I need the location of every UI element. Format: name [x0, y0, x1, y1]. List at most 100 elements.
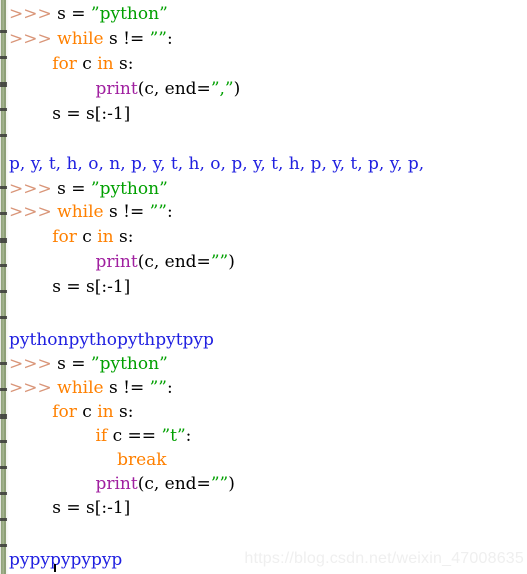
console-input-line[interactable]: >>> s = ”python” — [9, 2, 168, 27]
code-token-plain: c — [76, 227, 98, 247]
console-code-area[interactable]: >>> s = ”python” >>> while s != ””: for c… — [9, 0, 527, 574]
code-token-plain: s = s[:-1] — [9, 104, 131, 124]
code-token-plain: ) — [228, 252, 235, 272]
gutter-tick — [0, 290, 7, 293]
console-output-line: pythonpythopythpytpyp — [9, 328, 214, 353]
code-token-kw: in — [97, 227, 114, 247]
code-token-plain: : — [166, 378, 173, 398]
code-token-plain: s != — [103, 29, 150, 49]
code-token-plain: c — [76, 54, 98, 74]
gutter-tick — [0, 56, 7, 59]
console-input-line[interactable]: print(c, end=”,”) — [9, 77, 240, 102]
code-token-prompt: >>> — [9, 354, 58, 374]
code-token-fn: print — [95, 252, 138, 272]
console-input-line[interactable]: if c == ”t”: — [9, 424, 191, 449]
code-token-str: ”” — [210, 252, 229, 272]
gutter-tick — [0, 414, 7, 419]
gutter-tick — [0, 108, 7, 111]
console-input-line[interactable]: print(c, end=””) — [9, 472, 235, 497]
gutter-tick — [0, 492, 7, 495]
code-token-plain: s != — [103, 378, 150, 398]
code-token-plain: (c, end= — [137, 474, 211, 494]
console-input-line[interactable]: s = s[:-1] — [9, 102, 130, 127]
code-token-plain: ) — [228, 474, 235, 494]
code-token-plain: s: — [113, 402, 134, 422]
gutter-tick — [0, 134, 7, 137]
console-input-line[interactable]: >>> while s != ””: — [9, 27, 173, 52]
code-token-plain: c == — [107, 426, 162, 446]
code-token-str: ”” — [149, 29, 167, 49]
python-console[interactable]: >>> s = ”python” >>> while s != ””: for c… — [0, 0, 527, 574]
gutter-tick — [0, 316, 7, 319]
code-token-out: p, y, t, h, o, n, p, y, t, h, o, p, y, t… — [9, 154, 425, 174]
code-token-fn: print — [95, 79, 138, 99]
console-input-line[interactable]: s = s[:-1] — [9, 496, 130, 521]
code-token-str: ”t” — [161, 426, 186, 446]
code-token-plain: s = — [57, 179, 91, 199]
gutter-tick — [0, 212, 7, 215]
console-input-line[interactable]: s = s[:-1] — [9, 275, 130, 300]
editor-gutter — [0, 0, 9, 574]
console-input-line[interactable]: >>> s = ”python” — [9, 352, 168, 377]
code-token-plain: : — [166, 202, 173, 222]
csdn-watermark: https://blog.csdn.net/weixin_47008635 — [244, 550, 524, 567]
code-token-prompt: >>> — [9, 378, 58, 398]
code-token-plain: s = — [57, 354, 91, 374]
console-output-line: pypypypypyp — [9, 548, 122, 573]
code-token-plain: s = s[:-1] — [9, 498, 131, 518]
code-token-str: ”,” — [210, 79, 234, 99]
code-token-plain: c — [76, 402, 98, 422]
code-token-kw: for — [52, 54, 77, 74]
code-token-str: ”” — [149, 202, 167, 222]
code-token-out: pypypypypyp — [9, 550, 123, 570]
console-input-line[interactable]: >>> while s != ””: — [9, 200, 173, 225]
gutter-tick — [0, 362, 7, 365]
code-token-str: ”python” — [90, 354, 168, 374]
code-token-plain: s = — [57, 4, 91, 24]
console-input-line[interactable]: break — [9, 448, 167, 473]
gutter-tick — [0, 518, 7, 521]
code-token-prompt: >>> — [9, 29, 58, 49]
code-token-out: pythonpythopythpytpyp — [9, 330, 214, 350]
code-token-plain: s: — [113, 227, 134, 247]
console-input-line[interactable]: for c in s: — [9, 400, 133, 425]
code-token-prompt: >>> — [9, 202, 58, 222]
code-token-plain: s != — [103, 202, 150, 222]
code-token-plain: (c, end= — [137, 79, 211, 99]
gutter-tick — [0, 30, 7, 33]
code-token-kw: while — [57, 29, 104, 49]
code-token-plain: : — [185, 426, 192, 446]
code-token-kw: for — [52, 402, 77, 422]
code-token-str: ”python” — [90, 4, 168, 24]
code-token-prompt: >>> — [9, 4, 58, 24]
code-token-kw: if — [95, 426, 108, 446]
console-input-line[interactable]: print(c, end=””) — [9, 250, 235, 275]
code-token-fn: print — [95, 474, 138, 494]
console-input-line[interactable]: for c in s: — [9, 225, 133, 250]
code-token-prompt: >>> — [9, 179, 58, 199]
text-caret — [54, 564, 56, 572]
console-input-line[interactable]: >>> while s != ””: — [9, 376, 173, 401]
gutter-tick — [0, 82, 7, 87]
code-token-plain: s: — [113, 54, 134, 74]
code-token-kw: while — [57, 378, 104, 398]
console-output-line: p, y, t, h, o, n, p, y, t, h, o, p, y, t… — [9, 152, 424, 177]
code-token-str: ”” — [149, 378, 167, 398]
code-token-kw: in — [97, 54, 114, 74]
gutter-tick — [0, 186, 7, 189]
code-token-plain: ) — [233, 79, 241, 99]
gutter-tick — [0, 544, 7, 547]
console-input-line[interactable]: for c in s: — [9, 52, 133, 77]
gutter-tick — [0, 466, 7, 469]
console-input-line[interactable]: >>> s = ”python” — [9, 177, 168, 202]
code-token-kw: in — [97, 402, 114, 422]
code-token-plain: : — [166, 29, 173, 49]
